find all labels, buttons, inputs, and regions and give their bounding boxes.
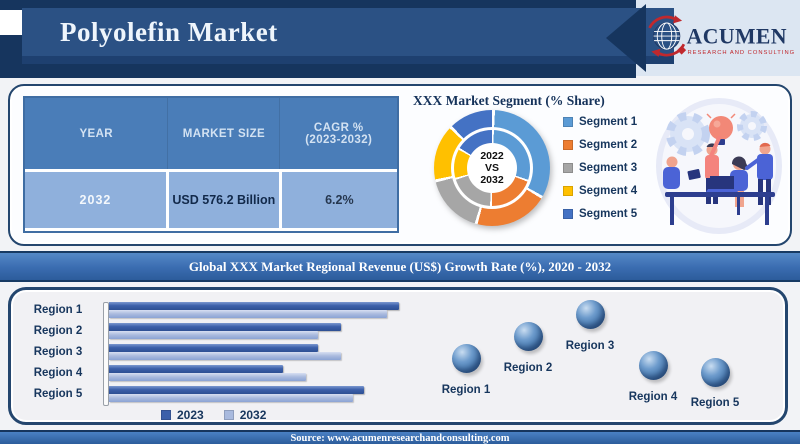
region-sphere: [638, 350, 668, 380]
legend-swatch: [563, 185, 573, 196]
title-banner: Polyolefin Market: [22, 8, 674, 64]
globe-icon: [648, 15, 687, 57]
region-sphere: [575, 299, 605, 329]
table-header-row: YEAR MARKET SIZE CAGR % (2023-2032): [25, 98, 397, 169]
legend-label: Segment 4: [579, 184, 638, 197]
banner-notch: [0, 10, 22, 35]
segment-legend-item: Segment 4: [563, 183, 637, 198]
segment-chart-title: XXX Market Segment (% Share): [413, 93, 605, 108]
segment-legend: Segment 1 Segment 2 Segment 3 Segment 4 Segm…: [563, 114, 637, 229]
logo-tagline: RESEARCH AND CONSULTING: [688, 50, 796, 56]
segment-legend-item: Segment 2: [563, 137, 637, 152]
infographic-page: Polyolefin Market ACUMEN RESEARCH AND CO…: [0, 0, 800, 444]
legend-swatch: [563, 116, 573, 127]
segment-legend-item: Segment 5: [563, 206, 637, 221]
region-sphere: [700, 357, 730, 387]
top-panel: YEAR MARKET SIZE CAGR % (2023-2032) 2032…: [8, 84, 792, 246]
region-sphere-label: Region 2: [503, 362, 553, 374]
source-text: Source: www.acumenresearchandconsulting.…: [290, 432, 510, 444]
legend-label: Segment 1: [579, 115, 638, 128]
donut-center-label: 2022 VS 2032: [467, 143, 517, 193]
legend-label: Segment 3: [579, 161, 638, 174]
acumen-logo: ACUMEN RESEARCH AND CONSULTING: [648, 15, 796, 57]
legend-swatch: [563, 208, 573, 219]
bottom-panel: Region 1 Region 2 Region 3 Region 4 Region 5…: [8, 287, 788, 425]
segment-donut-chart: 2022 VS 2032: [434, 110, 550, 226]
table-header-market-size: MARKET SIZE: [167, 98, 279, 169]
segment-legend-item: Segment 1: [563, 114, 637, 129]
footer: Source: www.acumenresearchandconsulting.…: [0, 430, 800, 444]
table-row: 2032 USD 576.2 Billion 6.2%: [25, 172, 397, 228]
legend-label: Segment 2: [579, 138, 638, 151]
region-sphere-label: Region 5: [690, 397, 740, 409]
table-cell-year: 2032: [79, 193, 112, 207]
table-header-cagr: CAGR % (2023-2032): [279, 98, 397, 169]
legend-swatch: [563, 139, 573, 150]
region-sphere-label: Region 3: [565, 340, 615, 352]
legend-swatch: [563, 162, 573, 173]
segment-legend-item: Segment 3: [563, 160, 637, 175]
market-summary-table: YEAR MARKET SIZE CAGR % (2023-2032) 2032…: [23, 96, 399, 233]
table-cell-cagr: 6.2%: [278, 172, 397, 228]
region-sphere-map: Region 1 Region 2 Region 3 Region 4 Region 5: [11, 290, 785, 422]
table-cell-market-size: USD 576.2 Billion: [165, 172, 279, 228]
chevron-left-icon: [606, 4, 646, 72]
logo-name: ACUMEN: [687, 24, 787, 48]
region-sphere: [451, 343, 481, 373]
table-header-year: YEAR: [79, 127, 113, 140]
team-illustration: [656, 98, 782, 234]
legend-label: Segment 5: [579, 207, 638, 220]
page-title: Polyolefin Market: [60, 16, 278, 47]
region-sphere: [513, 321, 543, 351]
region-sphere-label: Region 1: [441, 384, 491, 396]
regional-banner: Global XXX Market Regional Revenue (US$)…: [0, 251, 800, 282]
regional-banner-title: Global XXX Market Regional Revenue (US$)…: [188, 258, 612, 274]
